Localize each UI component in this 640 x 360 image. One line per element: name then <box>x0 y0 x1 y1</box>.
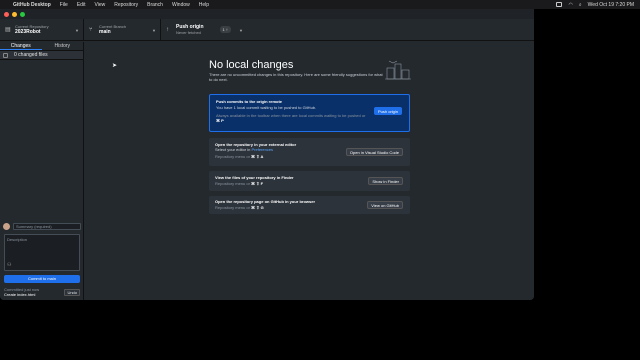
chevron-down-icon: ▼ <box>75 28 79 33</box>
github-card-hint-text: Repository menu or <box>215 205 250 210</box>
push-card-text: You have 1 local commit waiting to be pu… <box>216 105 317 110</box>
tab-history[interactable]: History <box>42 42 84 50</box>
menu-branch[interactable]: Branch <box>147 2 163 8</box>
mouse-cursor-icon: ➤ <box>112 63 118 69</box>
battery-icon[interactable] <box>556 2 563 7</box>
current-branch-dropdown[interactable]: ⑂ Current Branch main ▼ <box>84 19 161 40</box>
view-on-github-button[interactable]: View on GitHub <box>367 201 403 209</box>
minimize-window-button[interactable] <box>12 11 17 17</box>
push-card-hint: Always available in the toolbar when the… <box>216 113 366 123</box>
push-origin-card-button[interactable]: Push origin <box>373 107 402 115</box>
page-subtext: There are no uncommitted changes in this… <box>209 72 383 82</box>
show-in-finder-button[interactable]: Show in Finder <box>368 177 403 185</box>
finder-card-title: View the files of your repository in Fin… <box>215 175 294 180</box>
editor-card-shortcut: ⌘ ⇧ A <box>251 154 264 159</box>
open-in-editor-button[interactable]: Open in Visual Studio Code <box>345 148 403 156</box>
branch-name: main <box>99 29 111 35</box>
repository-name: 2023Robot <box>15 29 41 35</box>
push-commits-card: Push commits to the origin remote You ha… <box>209 94 410 132</box>
commit-button[interactable]: Commit to main <box>4 275 80 283</box>
editor-card-text: Select your editor in Preferences <box>215 147 273 152</box>
finder-card-hint-text: Repository menu or <box>215 181 250 186</box>
search-icon[interactable]: ⌕ <box>579 2 582 8</box>
menu-repository[interactable]: Repository <box>114 2 138 8</box>
editor-card-hint: Repository menu or ⌘ ⇧ A <box>215 154 263 159</box>
toolbar: ▤ Current Repository 2023Robot ▼ ⑂ Curre… <box>0 19 534 41</box>
main-panel: ➤ No local changes There are no uncommit… <box>85 42 534 300</box>
repository-icon: ▤ <box>5 26 11 33</box>
last-commit: Committed just now Create index.html Und… <box>0 283 84 300</box>
ahead-count-badge: 1 ↑ <box>219 26 231 33</box>
finder-card-hint: Repository menu or ⌘ ⇧ F <box>215 181 263 186</box>
chevron-down-icon: ▼ <box>152 28 156 33</box>
commit-area: Summary (required) Description ⚇ Commit … <box>0 221 84 300</box>
changed-files-count: 0 changed files <box>14 52 48 58</box>
menu-edit[interactable]: Edit <box>77 2 86 8</box>
description-placeholder: Description <box>7 237 28 242</box>
sidebar: Changes History 0 changed files Summary … <box>0 42 84 300</box>
github-card-shortcut: ⌘ ⇧ G <box>251 205 264 210</box>
avatar <box>3 223 10 230</box>
branch-icon: ⑂ <box>89 26 93 33</box>
changed-files-header: 0 changed files <box>0 51 83 60</box>
menu-help[interactable]: Help <box>199 2 209 8</box>
show-in-finder-card: View the files of your repository in Fin… <box>209 171 410 191</box>
tab-changes[interactable]: Changes <box>0 42 42 50</box>
summary-input[interactable]: Summary (required) <box>13 223 81 230</box>
github-card-hint: Repository menu or ⌘ ⇧ G <box>215 205 264 210</box>
view-on-github-card: Open the repository page on GitHub in yo… <box>209 196 410 214</box>
title-bar <box>0 9 534 19</box>
wifi-icon[interactable]: ◠ <box>568 2 572 8</box>
push-card-title: Push commits to the origin remote <box>216 99 283 104</box>
push-card-hint-text: Always available in the toolbar when the… <box>216 113 366 118</box>
undo-button[interactable]: Undo <box>64 289 80 296</box>
select-all-checkbox[interactable] <box>3 52 8 58</box>
menu-window[interactable]: Window <box>172 2 190 8</box>
upload-icon: ↑ <box>166 26 169 33</box>
preferences-link[interactable]: Preferences <box>251 147 273 152</box>
description-input[interactable]: Description ⚇ <box>4 234 80 271</box>
external-editor-card: Open the repository in your external edi… <box>209 138 410 166</box>
push-card-shortcut: ⌘ P <box>216 118 224 123</box>
menu-app-name[interactable]: GitHub Desktop <box>13 2 51 8</box>
clock[interactable]: Wed Oct 19 7:20 PM <box>588 2 634 8</box>
finder-card-shortcut: ⌘ ⇧ F <box>251 181 264 186</box>
city-illustration-icon <box>385 60 411 80</box>
push-origin-button[interactable]: ↑ Push origin Never fetched 1 ↑ ▼ <box>161 19 247 40</box>
last-commit-title: Create index.html <box>4 292 36 297</box>
zoom-window-button[interactable] <box>20 11 25 17</box>
app-window: ▤ Current Repository 2023Robot ▼ ⑂ Curre… <box>0 9 534 300</box>
menu-view[interactable]: View <box>94 2 105 8</box>
menu-bar: GitHub Desktop File Edit View Repository… <box>0 0 640 9</box>
current-repository-dropdown[interactable]: ▤ Current Repository 2023Robot ▼ <box>0 19 84 40</box>
fetch-status: Never fetched <box>176 30 201 35</box>
page-title: No local changes <box>209 59 294 71</box>
menu-file[interactable]: File <box>60 2 68 8</box>
add-coauthor-icon[interactable]: ⚇ <box>7 262 11 268</box>
close-window-button[interactable] <box>4 11 9 17</box>
editor-card-text-prefix: Select your editor in <box>215 147 251 152</box>
github-card-title: Open the repository page on GitHub in yo… <box>215 199 316 204</box>
editor-card-hint-text: Repository menu or <box>215 154 250 159</box>
chevron-down-icon[interactable]: ▼ <box>239 28 243 33</box>
